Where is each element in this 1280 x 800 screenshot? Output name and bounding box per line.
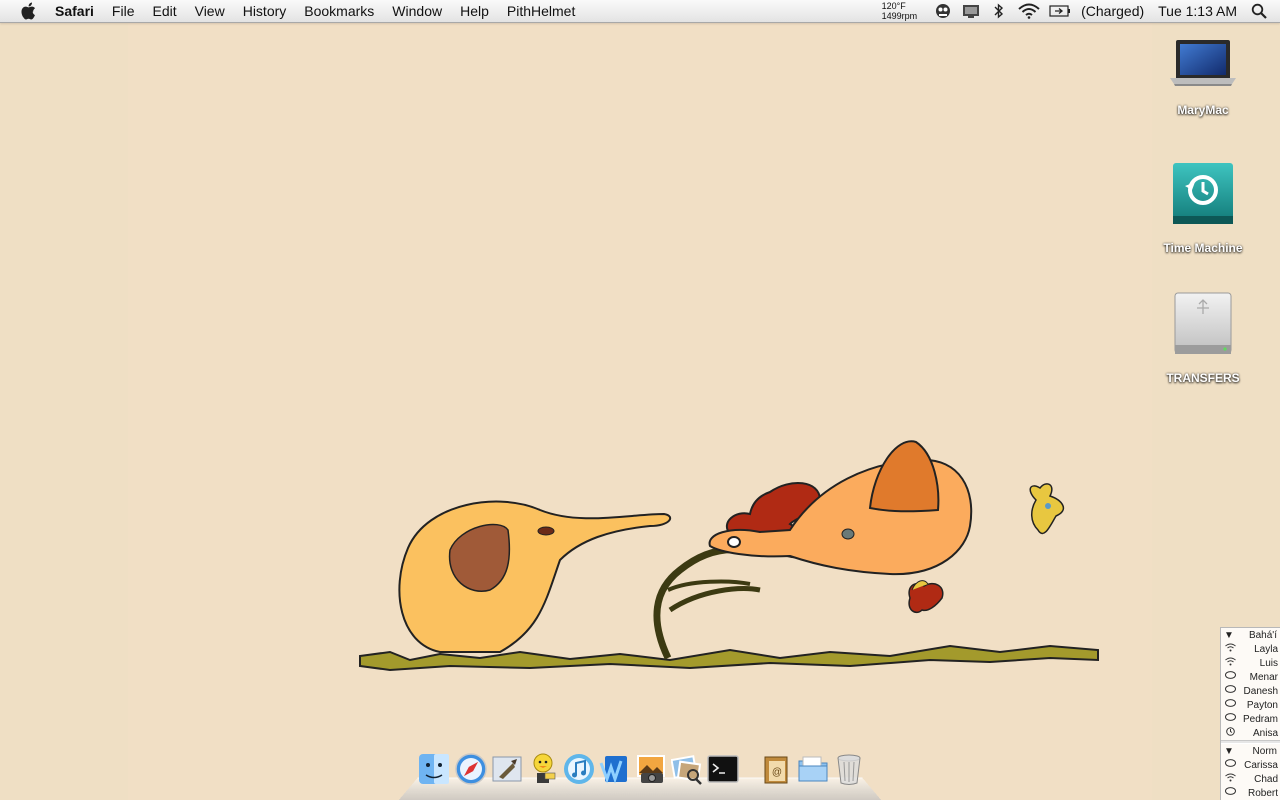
buddy-name: Danesh bbox=[1243, 685, 1278, 697]
menu-pithhelmet[interactable]: PithHelmet bbox=[498, 0, 584, 22]
wifi-icon[interactable] bbox=[1016, 0, 1042, 22]
terminal-icon[interactable] bbox=[706, 750, 740, 788]
flower-figure bbox=[653, 481, 822, 660]
desktop-icon-label: Time Machine bbox=[1163, 241, 1243, 255]
chat-bubble-icon bbox=[1225, 787, 1236, 799]
chat-bubble-icon bbox=[1225, 685, 1236, 697]
disclosure-triangle-icon[interactable]: ▼ bbox=[1224, 746, 1234, 757]
buddy-group-name: Bahá'í bbox=[1248, 629, 1277, 641]
buddy-row[interactable]: Pedram bbox=[1221, 712, 1280, 726]
menu-clock[interactable]: Tue 1:13 AM bbox=[1158, 3, 1237, 19]
preview-icon[interactable] bbox=[670, 750, 704, 788]
mail-icon[interactable] bbox=[490, 750, 524, 788]
buddy-name: Robert bbox=[1247, 787, 1278, 799]
documents-folder-icon[interactable] bbox=[796, 750, 830, 788]
time-machine-drive-icon bbox=[1171, 160, 1235, 235]
buddy-row[interactable]: Danesh bbox=[1221, 684, 1280, 698]
menu-app-name[interactable]: Safari bbox=[46, 0, 103, 22]
wifi-status-icon bbox=[1225, 643, 1236, 655]
buddy-name: Pedram bbox=[1242, 713, 1278, 725]
itunes-icon[interactable] bbox=[562, 750, 596, 788]
buddy-row[interactable]: Luis bbox=[1221, 656, 1280, 670]
temperature-value: 120°F bbox=[881, 1, 906, 11]
wallpaper-illustration bbox=[359, 440, 1099, 672]
chat-bubble-icon bbox=[1225, 671, 1236, 683]
buddy-name: Menar bbox=[1249, 671, 1278, 683]
menu-bar-left: Safari File Edit View History Bookmarks … bbox=[0, 0, 584, 22]
buddy-row[interactable]: Menar bbox=[1221, 670, 1280, 684]
buddy-row[interactable]: Anisa bbox=[1221, 726, 1280, 740]
display-icon[interactable] bbox=[960, 0, 982, 22]
trash-icon[interactable] bbox=[832, 750, 866, 788]
svg-text:@: @ bbox=[772, 767, 782, 778]
chat-bubble-icon bbox=[1225, 699, 1236, 711]
buddy-name: Luis bbox=[1259, 657, 1278, 669]
disclosure-triangle-icon[interactable]: ▼ bbox=[1224, 630, 1234, 641]
iphoto-icon[interactable] bbox=[634, 750, 668, 788]
buddy-name: Carissa bbox=[1244, 759, 1278, 771]
usb-drive-icon bbox=[1171, 290, 1235, 365]
bluetooth-icon[interactable] bbox=[988, 0, 1010, 22]
chat-status-icon[interactable] bbox=[932, 0, 954, 22]
butterfly-yellow bbox=[1029, 483, 1065, 535]
menu-edit[interactable]: Edit bbox=[143, 0, 185, 22]
chat-bubble-icon bbox=[1225, 759, 1236, 771]
buddy-name: Chad bbox=[1254, 773, 1278, 785]
desktop-icon-label: TRANSFERS bbox=[1166, 371, 1240, 385]
menu-bookmarks[interactable]: Bookmarks bbox=[295, 0, 383, 22]
spotlight-search-icon[interactable] bbox=[1248, 0, 1270, 22]
laptop-icon bbox=[1168, 36, 1238, 97]
adium-icon[interactable] bbox=[526, 750, 560, 788]
butterfly-red bbox=[908, 580, 944, 614]
buddy-row[interactable]: Chad bbox=[1221, 772, 1280, 786]
desktop-icon-marymac[interactable]: MaryMac bbox=[1153, 36, 1253, 117]
buddy-name: Anisa bbox=[1252, 727, 1278, 739]
menu-history[interactable]: History bbox=[234, 0, 296, 22]
elephant-figure bbox=[398, 500, 672, 653]
wifi-status-icon bbox=[1225, 773, 1236, 785]
fan-speed-value: 1499rpm bbox=[881, 11, 918, 21]
buddy-group-name: Norm bbox=[1252, 745, 1277, 757]
desktop-icon-time-machine[interactable]: Time Machine bbox=[1153, 160, 1253, 255]
menu-help[interactable]: Help bbox=[451, 0, 498, 22]
buddy-group-header[interactable]: ▼ Bahá'í bbox=[1221, 628, 1280, 642]
buddy-row[interactable]: Payton bbox=[1221, 698, 1280, 712]
contacts-folder-icon[interactable]: @ bbox=[760, 750, 794, 788]
wifi-status-icon bbox=[1225, 657, 1236, 669]
battery-icon[interactable] bbox=[1048, 0, 1072, 22]
menu-view[interactable]: View bbox=[186, 0, 234, 22]
menu-file[interactable]: File bbox=[103, 0, 144, 22]
word-icon[interactable] bbox=[598, 750, 632, 788]
buddy-name: Layla bbox=[1254, 643, 1278, 655]
dock: @ bbox=[398, 748, 882, 800]
menu-window[interactable]: Window bbox=[383, 0, 451, 22]
idle-clock-icon bbox=[1225, 727, 1236, 739]
pig-figure bbox=[708, 440, 973, 576]
battery-status-text[interactable]: (Charged) bbox=[1081, 3, 1144, 19]
buddy-group-header[interactable]: ▼ Norm bbox=[1221, 744, 1280, 758]
desktop-icon-transfers[interactable]: TRANSFERS bbox=[1153, 290, 1253, 385]
buddy-name: Payton bbox=[1246, 699, 1278, 711]
finder-icon[interactable] bbox=[417, 750, 451, 788]
buddy-list-panel: ▼ Bahá'í Layla Luis Menar Danesh Payton bbox=[1220, 627, 1280, 800]
safari-icon[interactable] bbox=[454, 750, 488, 788]
wallpaper-band bbox=[128, 22, 1152, 800]
temperature-monitor[interactable]: 120°F 1499rpm bbox=[882, 1, 918, 21]
buddy-row[interactable]: Layla bbox=[1221, 642, 1280, 656]
apple-menu-icon[interactable] bbox=[18, 1, 38, 21]
buddy-row[interactable]: Robert bbox=[1221, 786, 1280, 800]
menu-bar-status: 120°F 1499rpm (Charged) Tue 1:13 AM bbox=[882, 0, 1280, 22]
chat-bubble-icon bbox=[1225, 713, 1236, 725]
buddy-row[interactable]: Carissa bbox=[1221, 758, 1280, 772]
desktop-icon-label: MaryMac bbox=[1177, 103, 1229, 117]
menu-bar: Safari File Edit View History Bookmarks … bbox=[0, 0, 1280, 23]
